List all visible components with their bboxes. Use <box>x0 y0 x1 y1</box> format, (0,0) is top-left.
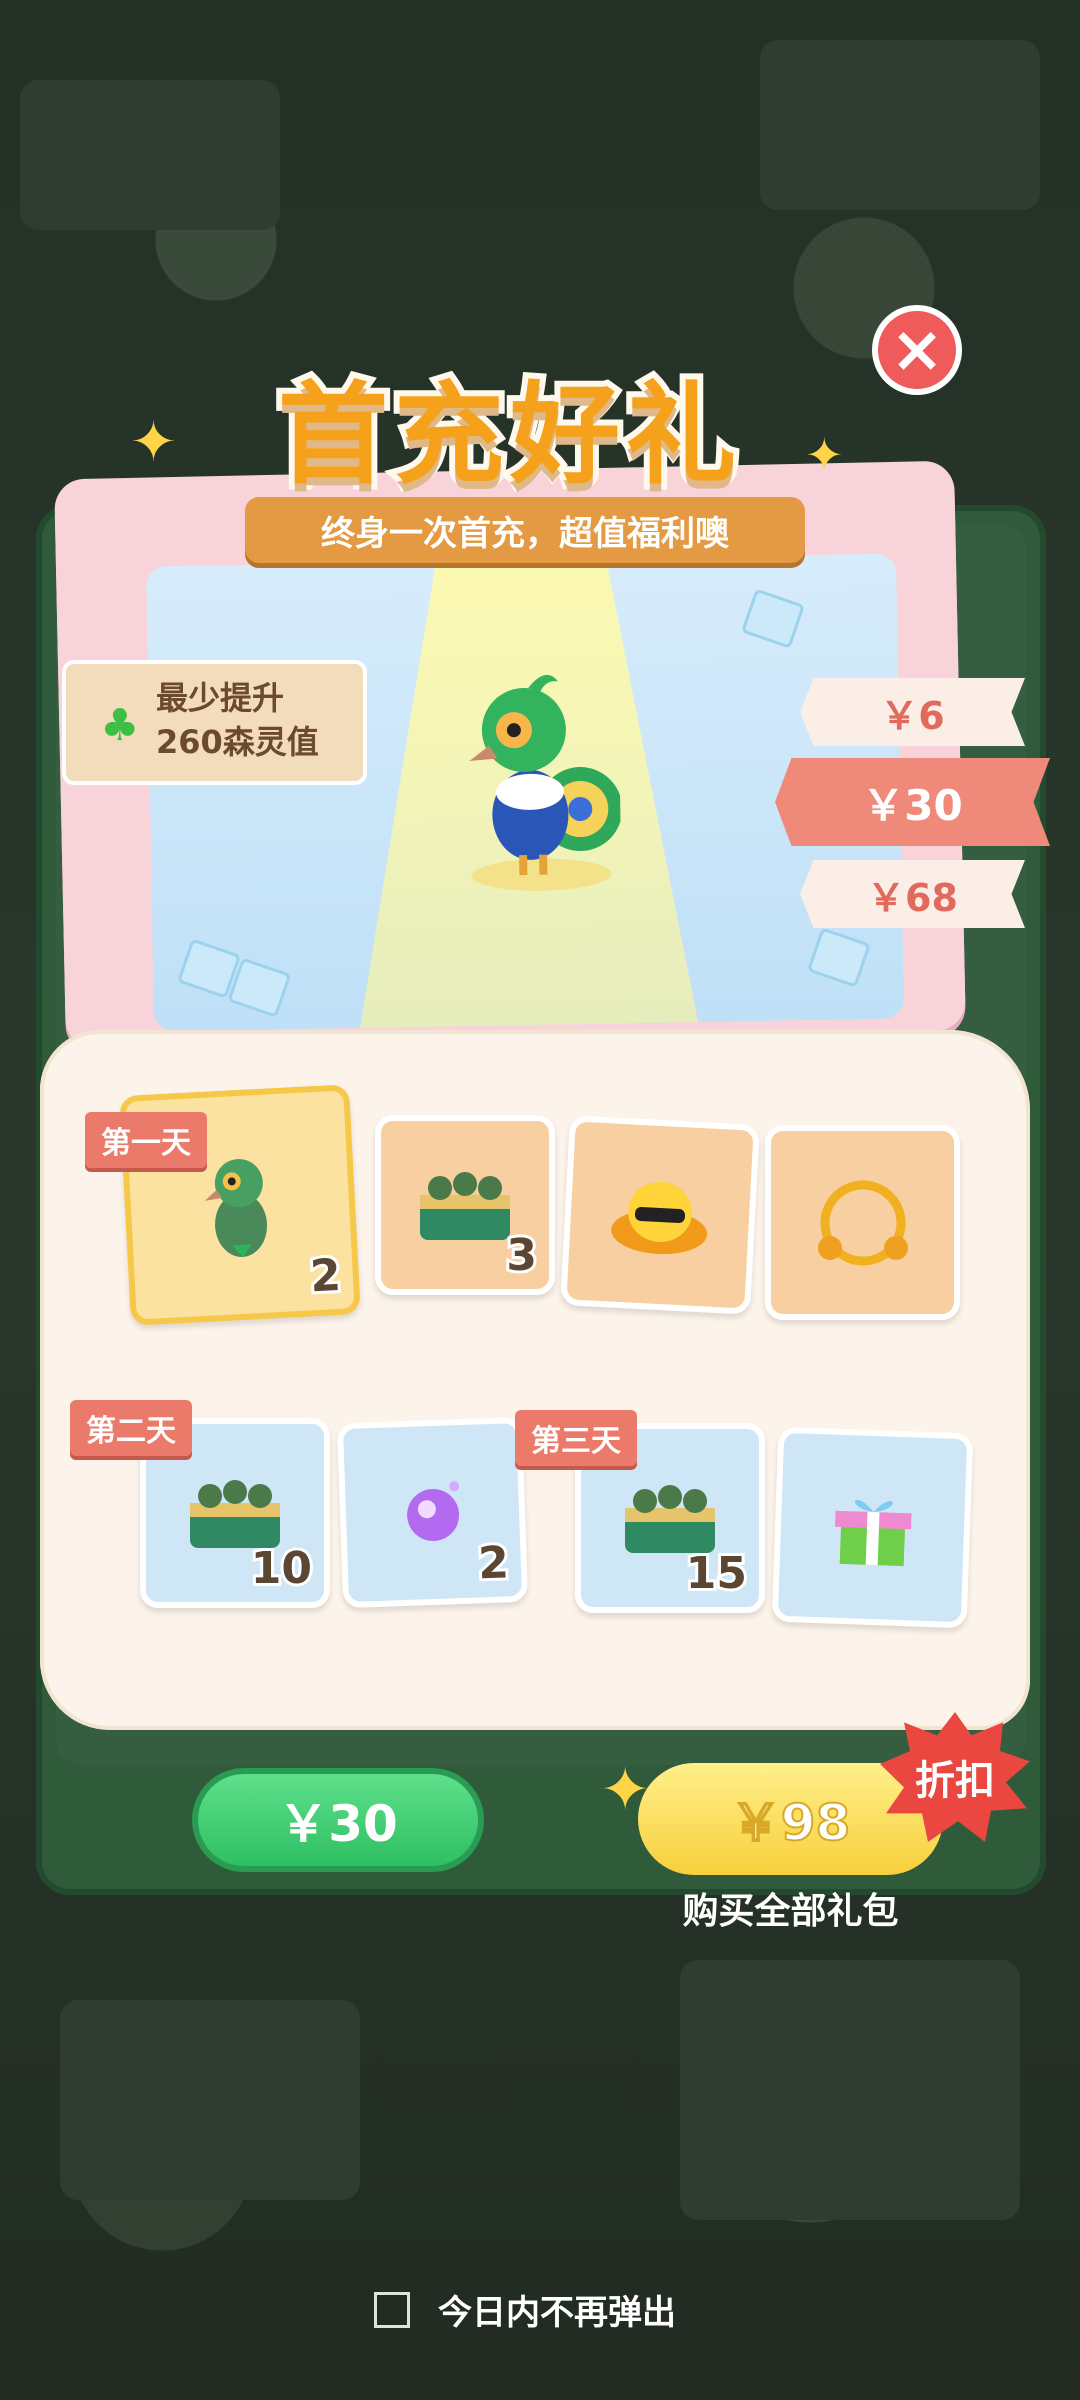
price-tab-30[interactable]: ￥30 <box>775 758 1050 846</box>
dont-show-checkbox[interactable] <box>374 2291 410 2328</box>
close-button[interactable]: × <box>872 305 962 395</box>
buy-selected-button[interactable]: ￥30 <box>192 1768 484 1872</box>
gold-ring-icon <box>817 1180 908 1265</box>
day-tag-2: 第二天 <box>70 1400 192 1456</box>
reward-count: 15 <box>683 1545 750 1602</box>
duck-hat-icon <box>611 1181 708 1255</box>
peacock-icon <box>469 674 622 891</box>
magic-orb-icon <box>406 1480 459 1541</box>
background-building <box>20 80 280 230</box>
sparkle-icon: ✦ <box>130 410 177 475</box>
crystal-icon <box>806 927 871 988</box>
reward-count: 3 <box>503 1227 540 1284</box>
dont-show-today[interactable]: 今日内不再弹出 <box>374 2285 676 2334</box>
rewards-panel: 2 3 第一天 10 2 第二天 15 第三天 <box>40 1030 1030 1730</box>
close-icon: × <box>890 313 944 387</box>
reward-item[interactable]: 2 <box>336 1416 529 1609</box>
reward-item[interactable]: 3 <box>375 1115 555 1295</box>
reward-item[interactable] <box>771 1426 974 1629</box>
crystal-icon <box>740 588 806 649</box>
reward-item[interactable] <box>560 1115 760 1315</box>
popup-title-text: 首充好礼 <box>272 365 742 505</box>
reward-count: 2 <box>306 1247 345 1306</box>
reward-count: 10 <box>248 1540 315 1597</box>
reward-count: 2 <box>474 1534 512 1592</box>
background-building <box>760 40 1040 210</box>
reward-item[interactable] <box>765 1125 960 1320</box>
background-building <box>680 1960 1020 2220</box>
day-tag-1: 第一天 <box>85 1112 207 1168</box>
background-building <box>60 2000 360 2200</box>
popup-title: 首充好礼 <box>200 345 820 505</box>
buy-all-label: 购买全部礼包 <box>682 1891 899 1932</box>
boost-tag-line1: 最少提升 <box>156 679 285 717</box>
crate-icon <box>420 1172 510 1240</box>
dont-show-label: 今日内不再弹出 <box>438 2293 676 2333</box>
price-tab-68[interactable]: ￥68 <box>800 860 1025 928</box>
price-tab-6[interactable]: ￥6 <box>800 678 1025 746</box>
boost-tag-line2: 260森灵值 <box>156 723 319 761</box>
gift-box-icon <box>834 1499 912 1566</box>
popup-subtitle: 终身一次首充，超值福利噢 <box>245 497 805 563</box>
clover-icon: ♣ <box>100 700 140 751</box>
day-tag-3: 第三天 <box>515 1410 637 1466</box>
